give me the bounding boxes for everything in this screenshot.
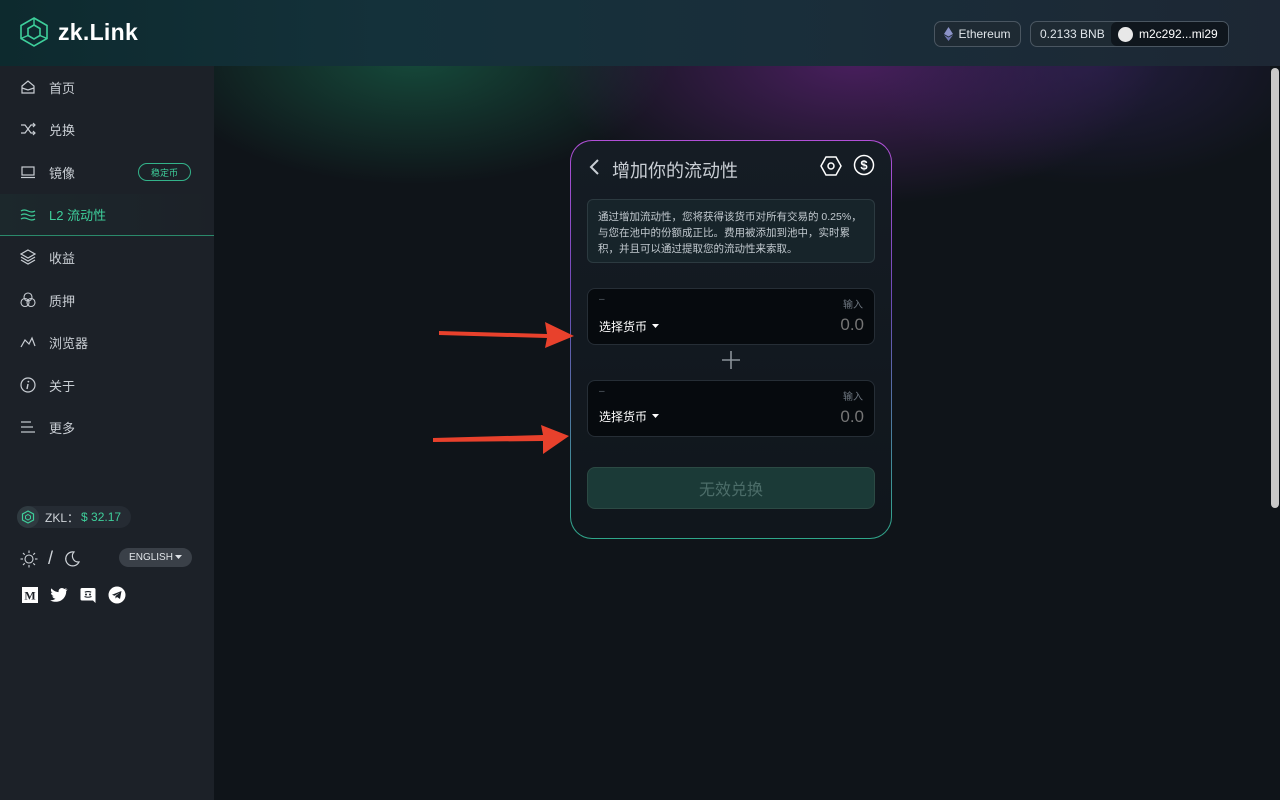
shuffle-icon bbox=[20, 121, 36, 137]
social-links: M bbox=[21, 586, 126, 604]
settings-hex-icon[interactable] bbox=[820, 155, 842, 177]
caret-down-icon bbox=[652, 414, 660, 418]
brand-name: zk.Link bbox=[58, 18, 139, 45]
zkl-price-badge: ZKL： $ 32.17 bbox=[17, 506, 131, 528]
top-bar: zk.Link Ethereum 0.2133 BNB m2c292...mi2… bbox=[0, 0, 1280, 66]
sidebar: 首页 兑换 镜像 稳定币 L2 流动性 收益 质押 浏览器 关于 更多 ZKL：… bbox=[0, 66, 214, 800]
token-b-input-panel: – 输入 选择货币 bbox=[587, 380, 875, 437]
token-b-select-button[interactable]: 选择货币 bbox=[599, 408, 660, 425]
brand-logo[interactable]: zk.Link bbox=[18, 16, 138, 48]
avatar bbox=[1118, 26, 1133, 42]
wallet-balance: 0.2133 BNB bbox=[1040, 27, 1105, 41]
sidebar-item-l2-liquidity[interactable]: L2 流动性 bbox=[0, 194, 214, 236]
wallet-button[interactable]: 0.2133 BNB m2c292...mi29 bbox=[1030, 21, 1229, 47]
token-b-select-label: 选择货币 bbox=[599, 410, 648, 424]
sidebar-item-earnings[interactable]: 收益 bbox=[0, 236, 214, 278]
token-b-balance: – bbox=[599, 386, 605, 397]
svg-text:M: M bbox=[24, 589, 35, 603]
svg-text:$: $ bbox=[860, 158, 868, 173]
stablecoin-tag[interactable]: 稳定币 bbox=[138, 163, 191, 181]
sidebar-item-label: L2 流动性 bbox=[49, 208, 107, 223]
telegram-icon[interactable] bbox=[108, 586, 126, 604]
sidebar-item-label: 首页 bbox=[49, 80, 76, 96]
chart-line-icon bbox=[20, 334, 36, 350]
zkl-price: $ 32.17 bbox=[81, 510, 122, 524]
sidebar-item-label: 关于 bbox=[49, 378, 76, 394]
caret-down-icon bbox=[174, 555, 182, 559]
sidebar-item-swap[interactable]: 兑换 bbox=[0, 108, 214, 150]
sidebar-item-label: 质押 bbox=[49, 293, 76, 309]
laptop-icon bbox=[20, 164, 36, 180]
back-arrow-icon[interactable] bbox=[587, 158, 601, 176]
home-icon bbox=[20, 79, 36, 95]
theme-switcher: / bbox=[20, 548, 81, 569]
circles-icon bbox=[20, 292, 36, 308]
scrollbar-thumb[interactable] bbox=[1271, 68, 1279, 508]
sidebar-item-label: 更多 bbox=[49, 420, 76, 436]
annotation-arrow-icon bbox=[433, 425, 569, 454]
sidebar-item-more[interactable]: 更多 bbox=[0, 406, 214, 448]
token-b-amount-input[interactable] bbox=[724, 407, 864, 427]
annotation-arrow-icon bbox=[439, 322, 574, 348]
plus-icon bbox=[722, 351, 740, 369]
info-icon bbox=[20, 377, 36, 393]
sidebar-item-home[interactable]: 首页 bbox=[0, 66, 214, 108]
token-a-input-panel: – 输入 选择货币 bbox=[587, 288, 875, 345]
network-selector[interactable]: Ethereum bbox=[934, 21, 1021, 47]
network-label: Ethereum bbox=[958, 27, 1011, 41]
waves-icon bbox=[20, 207, 36, 223]
moon-icon[interactable] bbox=[63, 550, 81, 568]
sidebar-item-label: 收益 bbox=[49, 250, 76, 266]
language-label: ENGLISH bbox=[129, 552, 173, 563]
token-a-amount-input[interactable] bbox=[724, 315, 864, 335]
layers-icon bbox=[20, 249, 36, 265]
theme-divider: / bbox=[48, 548, 54, 568]
token-a-select-button[interactable]: 选择货币 bbox=[599, 318, 660, 335]
sidebar-item-label: 兑换 bbox=[49, 122, 76, 138]
account-address[interactable]: m2c292...mi29 bbox=[1111, 22, 1228, 46]
dollar-coin-icon[interactable]: $ bbox=[853, 154, 875, 176]
zkl-label: ZKL： bbox=[45, 510, 80, 525]
liquidity-info-text: 通过增加流动性，您将获得该货币对所有交易的 0.25%，与您在池中的份额成正比。… bbox=[587, 199, 875, 263]
sidebar-item-explorer[interactable]: 浏览器 bbox=[0, 321, 214, 363]
language-selector[interactable]: ENGLISH bbox=[119, 548, 192, 567]
token-b-input-label: 输入 bbox=[843, 392, 863, 403]
submit-button[interactable]: 无效兑换 bbox=[587, 467, 875, 509]
menu-icon bbox=[20, 419, 36, 435]
address-text: m2c292...mi29 bbox=[1139, 27, 1218, 41]
discord-icon[interactable] bbox=[79, 586, 97, 604]
sidebar-item-label: 浏览器 bbox=[49, 335, 89, 351]
sidebar-item-label: 镜像 bbox=[49, 165, 76, 181]
zkl-coin-icon bbox=[17, 506, 39, 528]
sun-icon[interactable] bbox=[20, 550, 38, 568]
medium-icon[interactable]: M bbox=[21, 586, 39, 604]
zklink-logo-icon bbox=[20, 17, 48, 47]
add-liquidity-card: 增加你的流动性 $ 通过增加流动性，您将获得该货币对所有交易的 0.25%，与您… bbox=[570, 140, 892, 539]
sidebar-item-about[interactable]: 关于 bbox=[0, 364, 214, 406]
ethereum-icon bbox=[944, 27, 954, 41]
sidebar-item-staking[interactable]: 质押 bbox=[0, 279, 214, 321]
page-title: 增加你的流动性 bbox=[612, 161, 738, 181]
token-a-balance: – bbox=[599, 294, 605, 305]
caret-down-icon bbox=[652, 324, 660, 328]
token-a-input-label: 输入 bbox=[843, 300, 863, 311]
token-a-select-label: 选择货币 bbox=[599, 320, 648, 334]
twitter-icon[interactable] bbox=[50, 586, 68, 604]
